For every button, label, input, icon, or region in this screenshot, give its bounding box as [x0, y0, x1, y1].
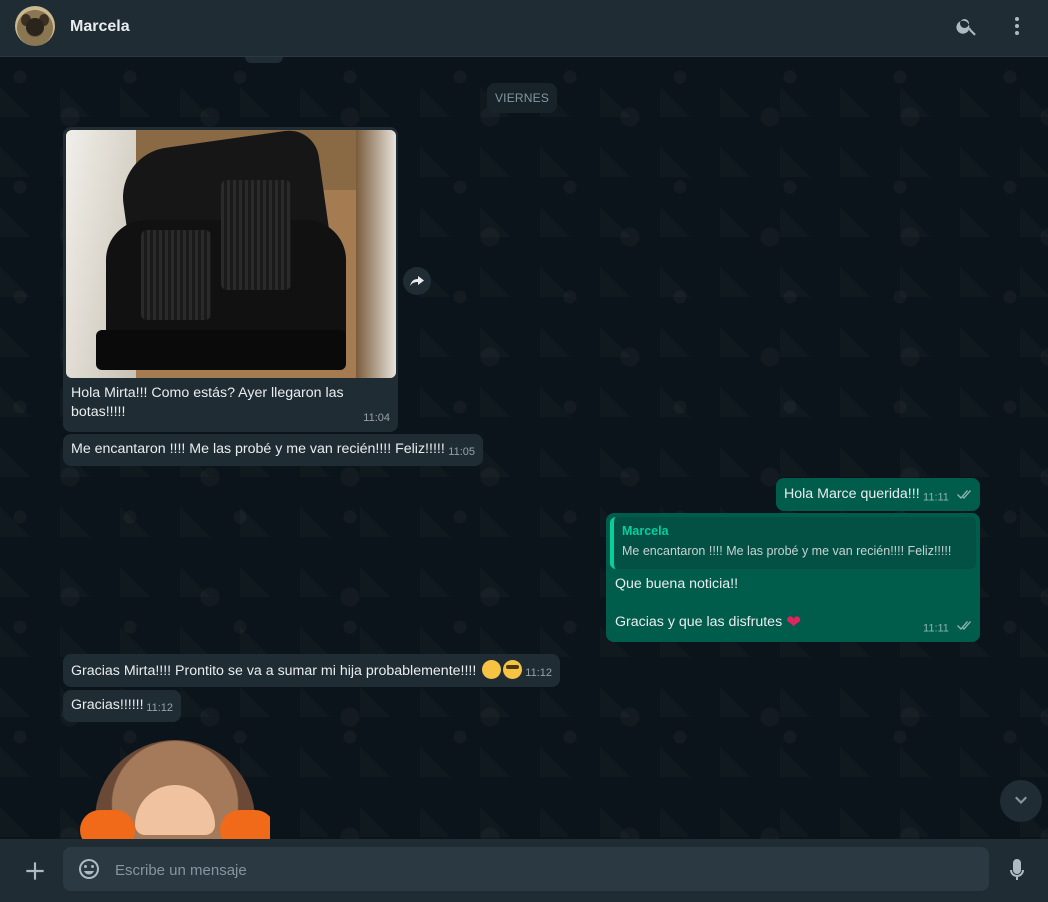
quote-text: Me encantaron !!!! Me las probé y me van…	[622, 544, 952, 558]
text-message[interactable]: Me encantaron !!!! Me las probé y me van…	[63, 434, 483, 466]
read-ticks-icon	[956, 619, 972, 638]
chat-header: Marcela	[0, 0, 1048, 57]
sticker-emoji-icon[interactable]	[77, 857, 101, 881]
message-text: Me encantaron !!!! Me las probé y me van…	[71, 441, 445, 457]
chat-area[interactable]: VIERNES Hola Mirta!!! Como estás? Ayer l…	[0, 57, 1048, 839]
message-text: Gracias y que las disfrutes	[615, 614, 783, 630]
contact-name[interactable]: Marcela	[70, 18, 130, 36]
relieved-face-emoji	[482, 660, 502, 679]
message-input[interactable]	[113, 847, 977, 893]
message-time: 11:04	[363, 412, 390, 424]
text-message[interactable]: Gracias!!!!!! 11:12	[63, 690, 181, 722]
message-text: Hola Marce querida!!!	[784, 486, 920, 502]
more-vertical-icon[interactable]	[1005, 14, 1029, 38]
quote-author: Marcela	[622, 524, 669, 538]
contact-avatar[interactable]	[15, 6, 55, 46]
search-icon[interactable]	[955, 14, 979, 38]
chevron-down-icon	[1015, 796, 1027, 804]
attach-plus-icon[interactable]	[22, 858, 48, 884]
image-message[interactable]: Hola Mirta!!! Como estás? Ayer llegaron …	[63, 127, 398, 432]
scroll-down-button[interactable]	[1000, 780, 1042, 822]
message-text: Gracias!!!!!!	[71, 697, 144, 713]
boots-photo[interactable]	[66, 130, 396, 378]
read-ticks-icon	[956, 488, 972, 507]
quoted-message[interactable]: Marcela Me encantaron !!!! Me las probé …	[610, 517, 976, 569]
message-text: Gracias Mirta!!!! Prontito se va a sumar…	[71, 663, 477, 679]
message-time: 11:05	[448, 446, 475, 458]
message-input-box[interactable]	[63, 847, 989, 893]
composer-bar	[0, 839, 1048, 902]
heart-hands-sticker[interactable]	[80, 740, 270, 839]
day-separator: VIERNES	[487, 83, 557, 113]
text-message[interactable]: Gracias Mirta!!!! Prontito se va a sumar…	[63, 654, 560, 687]
message-text: Hola Mirta!!! Como estás? Ayer llegaron …	[71, 385, 344, 420]
star-struck-emoji	[503, 660, 523, 679]
message-time: 11:11	[923, 491, 949, 503]
text-message[interactable]: Hola Marce querida!!! 11:11	[776, 478, 980, 511]
previous-message-edge	[245, 57, 283, 63]
message-time: 11:11	[923, 622, 949, 634]
message-text-line2: Gracias y que las disfrutes ❤	[615, 613, 801, 632]
message-meta: 11:11	[923, 488, 972, 507]
message-time: 11:12	[146, 702, 173, 714]
forward-icon[interactable]	[403, 267, 431, 295]
red-heart-emoji: ❤	[786, 612, 802, 632]
reply-message[interactable]: Marcela Me encantaron !!!! Me las probé …	[606, 513, 980, 642]
microphone-icon[interactable]	[1005, 858, 1029, 884]
message-time: 11:12	[525, 667, 552, 679]
message-text: Que buena noticia!!	[615, 576, 739, 592]
message-meta: 11:11	[923, 619, 972, 638]
